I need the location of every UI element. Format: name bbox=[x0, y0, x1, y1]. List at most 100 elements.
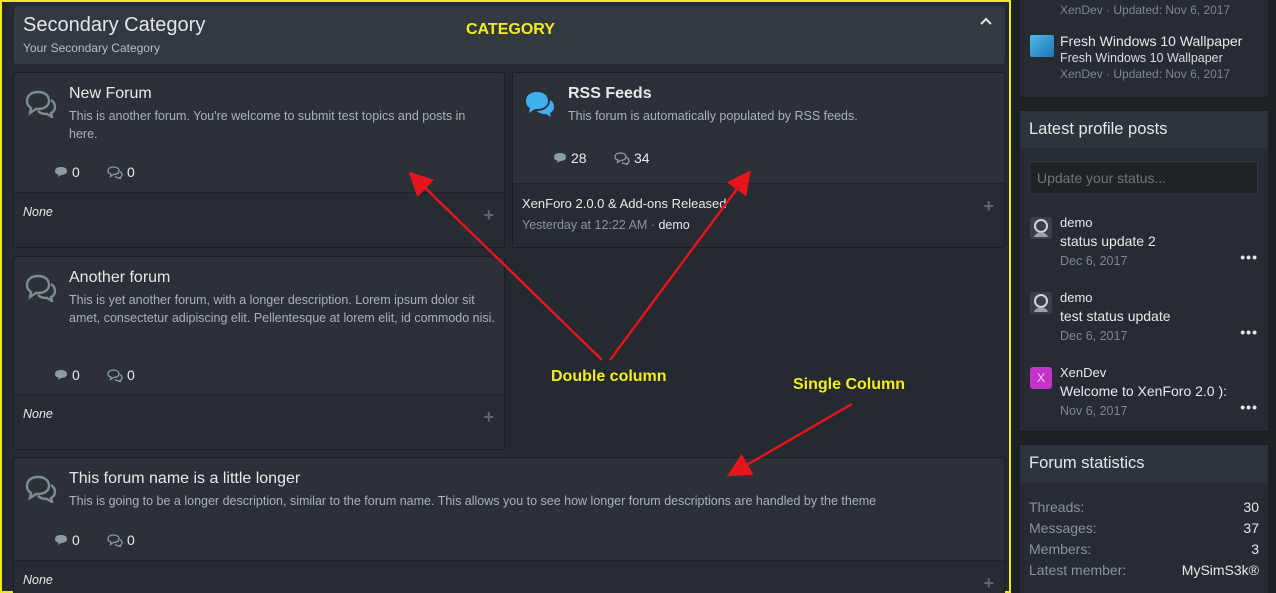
message-count: 0 bbox=[107, 367, 135, 383]
annotation-double-column: Double column bbox=[551, 368, 667, 385]
forum-title[interactable]: New Forum bbox=[69, 85, 152, 103]
forum-title[interactable]: Another forum bbox=[69, 269, 170, 287]
forum-title[interactable]: This forum name is a little longer bbox=[69, 470, 300, 488]
resource-subtitle: Fresh Windows 10 Wallpaper bbox=[1060, 51, 1223, 65]
comments-outline-icon bbox=[107, 533, 123, 547]
post-username[interactable]: demo bbox=[1060, 290, 1093, 305]
avatar[interactable] bbox=[1030, 217, 1052, 239]
more-options-icon[interactable]: ••• bbox=[1240, 324, 1258, 340]
stat-messages: Messages: 37 bbox=[1029, 520, 1259, 536]
forum-title[interactable]: RSS Feeds bbox=[568, 85, 652, 103]
comments-icon bbox=[25, 274, 57, 302]
comments-icon bbox=[526, 92, 554, 117]
plus-icon[interactable]: + bbox=[483, 205, 494, 226]
latest-thread-user[interactable]: demo bbox=[658, 218, 689, 232]
status-update-input[interactable] bbox=[1029, 161, 1258, 195]
post-username[interactable]: XenDev bbox=[1060, 365, 1106, 380]
node-footer: None + bbox=[14, 560, 1004, 593]
thread-count-value: 0 bbox=[72, 367, 80, 383]
more-options-icon[interactable]: ••• bbox=[1240, 249, 1258, 265]
thread-count-value: 28 bbox=[571, 150, 587, 166]
latest-thread-meta: Yesterday at 12:22 AM · demo bbox=[522, 218, 690, 232]
category-title[interactable]: Secondary Category bbox=[23, 14, 205, 37]
thread-count-value: 0 bbox=[72, 164, 80, 180]
profile-posts-block: Latest profile posts demo status update … bbox=[1019, 110, 1269, 432]
node-footer: None + bbox=[14, 192, 504, 247]
speech-bubble-icon bbox=[55, 370, 67, 380]
thread-count: 0 bbox=[54, 367, 80, 383]
annotation-category: CATEGORY bbox=[466, 21, 555, 38]
thread-count: 28 bbox=[553, 150, 587, 166]
message-count-value: 0 bbox=[127, 164, 135, 180]
forum-description: This forum is automatically populated by… bbox=[568, 109, 858, 123]
thread-count-value: 0 bbox=[72, 532, 80, 548]
avatar[interactable]: X bbox=[1030, 367, 1052, 389]
forum-description: This is yet another forum, with a longer… bbox=[69, 293, 495, 325]
stat-members: Members: 3 bbox=[1029, 541, 1259, 557]
message-count: 0 bbox=[107, 164, 135, 180]
resource-meta: XenDev · Updated: Nov 6, 2017 bbox=[1060, 67, 1231, 81]
comments-outline-icon bbox=[614, 151, 630, 165]
forum-node-rss-feeds: RSS Feeds This forum is automatically po… bbox=[512, 72, 1005, 248]
resource-meta: XenDev · Updated: Nov 6, 2017 bbox=[1060, 3, 1231, 17]
plus-icon[interactable]: + bbox=[483, 407, 494, 428]
stat-label: Members: bbox=[1029, 541, 1092, 557]
message-count: 34 bbox=[614, 150, 650, 166]
message-count-value: 0 bbox=[127, 367, 135, 383]
stat-value: 37 bbox=[1243, 520, 1259, 536]
resource-thumbnail[interactable] bbox=[1030, 35, 1054, 57]
latest-thread-title[interactable]: XenForo 2.0.0 & Add-ons Released bbox=[522, 196, 727, 211]
speech-bubble-icon bbox=[554, 153, 566, 163]
profile-posts-title[interactable]: Latest profile posts bbox=[1020, 111, 1268, 148]
comments-icon bbox=[25, 90, 57, 118]
comments-outline-icon bbox=[107, 165, 123, 179]
latest-member-link[interactable]: MySimS3k® bbox=[1182, 562, 1259, 578]
profile-post: demo status update 2 Dec 6, 2017 ••• bbox=[1030, 215, 1260, 285]
comments-icon bbox=[25, 475, 57, 503]
thread-count: 0 bbox=[54, 164, 80, 180]
stat-label: Latest member: bbox=[1029, 562, 1127, 578]
plus-icon[interactable]: + bbox=[983, 573, 994, 593]
profile-post: X XenDev Welcome to XenForo 2.0 ): Nov 6… bbox=[1030, 365, 1260, 435]
stat-threads: Threads: 30 bbox=[1029, 499, 1259, 515]
comments-outline-icon bbox=[107, 368, 123, 382]
annotation-single-column: Single Column bbox=[793, 376, 905, 393]
stat-latest-member: Latest member: MySimS3k® bbox=[1029, 562, 1259, 578]
post-username[interactable]: demo bbox=[1060, 215, 1093, 230]
forum-description: This is another forum. You're welcome to… bbox=[69, 109, 466, 141]
post-date[interactable]: Nov 6, 2017 bbox=[1060, 404, 1127, 418]
category-description: Your Secondary Category bbox=[23, 41, 160, 55]
stat-label: Threads: bbox=[1029, 499, 1085, 515]
message-count-value: 0 bbox=[127, 532, 135, 548]
stat-label: Messages: bbox=[1029, 520, 1097, 536]
post-text: status update 2 bbox=[1060, 233, 1156, 249]
latest-resources-block: XenDev · Updated: Nov 6, 2017 Fresh Wind… bbox=[1019, 0, 1269, 98]
sidebar: XenDev · Updated: Nov 6, 2017 Fresh Wind… bbox=[1011, 0, 1276, 593]
avatar[interactable] bbox=[1030, 292, 1052, 314]
forum-node-new-forum: New Forum This is another forum. You're … bbox=[13, 72, 505, 248]
post-text: test status update bbox=[1060, 308, 1171, 324]
profile-post: demo test status update Dec 6, 2017 ••• bbox=[1030, 290, 1260, 360]
speech-bubble-icon bbox=[55, 535, 67, 545]
latest-post-none: None bbox=[23, 407, 53, 421]
post-text: Welcome to XenForo 2.0 ): bbox=[1060, 383, 1228, 399]
forum-node-another-forum: Another forum This is yet another forum,… bbox=[13, 256, 505, 450]
resource-title[interactable]: Fresh Windows 10 Wallpaper bbox=[1060, 33, 1270, 49]
node-footer: XenForo 2.0.0 & Add-ons Released Yesterd… bbox=[513, 183, 1004, 247]
post-date[interactable]: Dec 6, 2017 bbox=[1060, 329, 1127, 343]
chevron-up-icon[interactable] bbox=[979, 14, 993, 28]
node-footer: None + bbox=[14, 394, 504, 449]
category-panel: Secondary Category Your Secondary Catego… bbox=[0, 0, 1011, 593]
latest-post-none: None bbox=[23, 573, 53, 587]
stat-value: 3 bbox=[1251, 541, 1259, 557]
more-options-icon[interactable]: ••• bbox=[1240, 399, 1258, 415]
forum-statistics-title[interactable]: Forum statistics bbox=[1020, 445, 1268, 482]
latest-thread-date[interactable]: Yesterday at 12:22 AM bbox=[522, 218, 647, 232]
post-date[interactable]: Dec 6, 2017 bbox=[1060, 254, 1127, 268]
stat-value: 30 bbox=[1243, 499, 1259, 515]
thread-count: 0 bbox=[54, 532, 80, 548]
message-count: 0 bbox=[107, 532, 135, 548]
forum-statistics-block: Forum statistics Threads: 30 Messages: 3… bbox=[1019, 444, 1269, 593]
plus-icon[interactable]: + bbox=[983, 196, 994, 217]
latest-post-none: None bbox=[23, 205, 53, 219]
